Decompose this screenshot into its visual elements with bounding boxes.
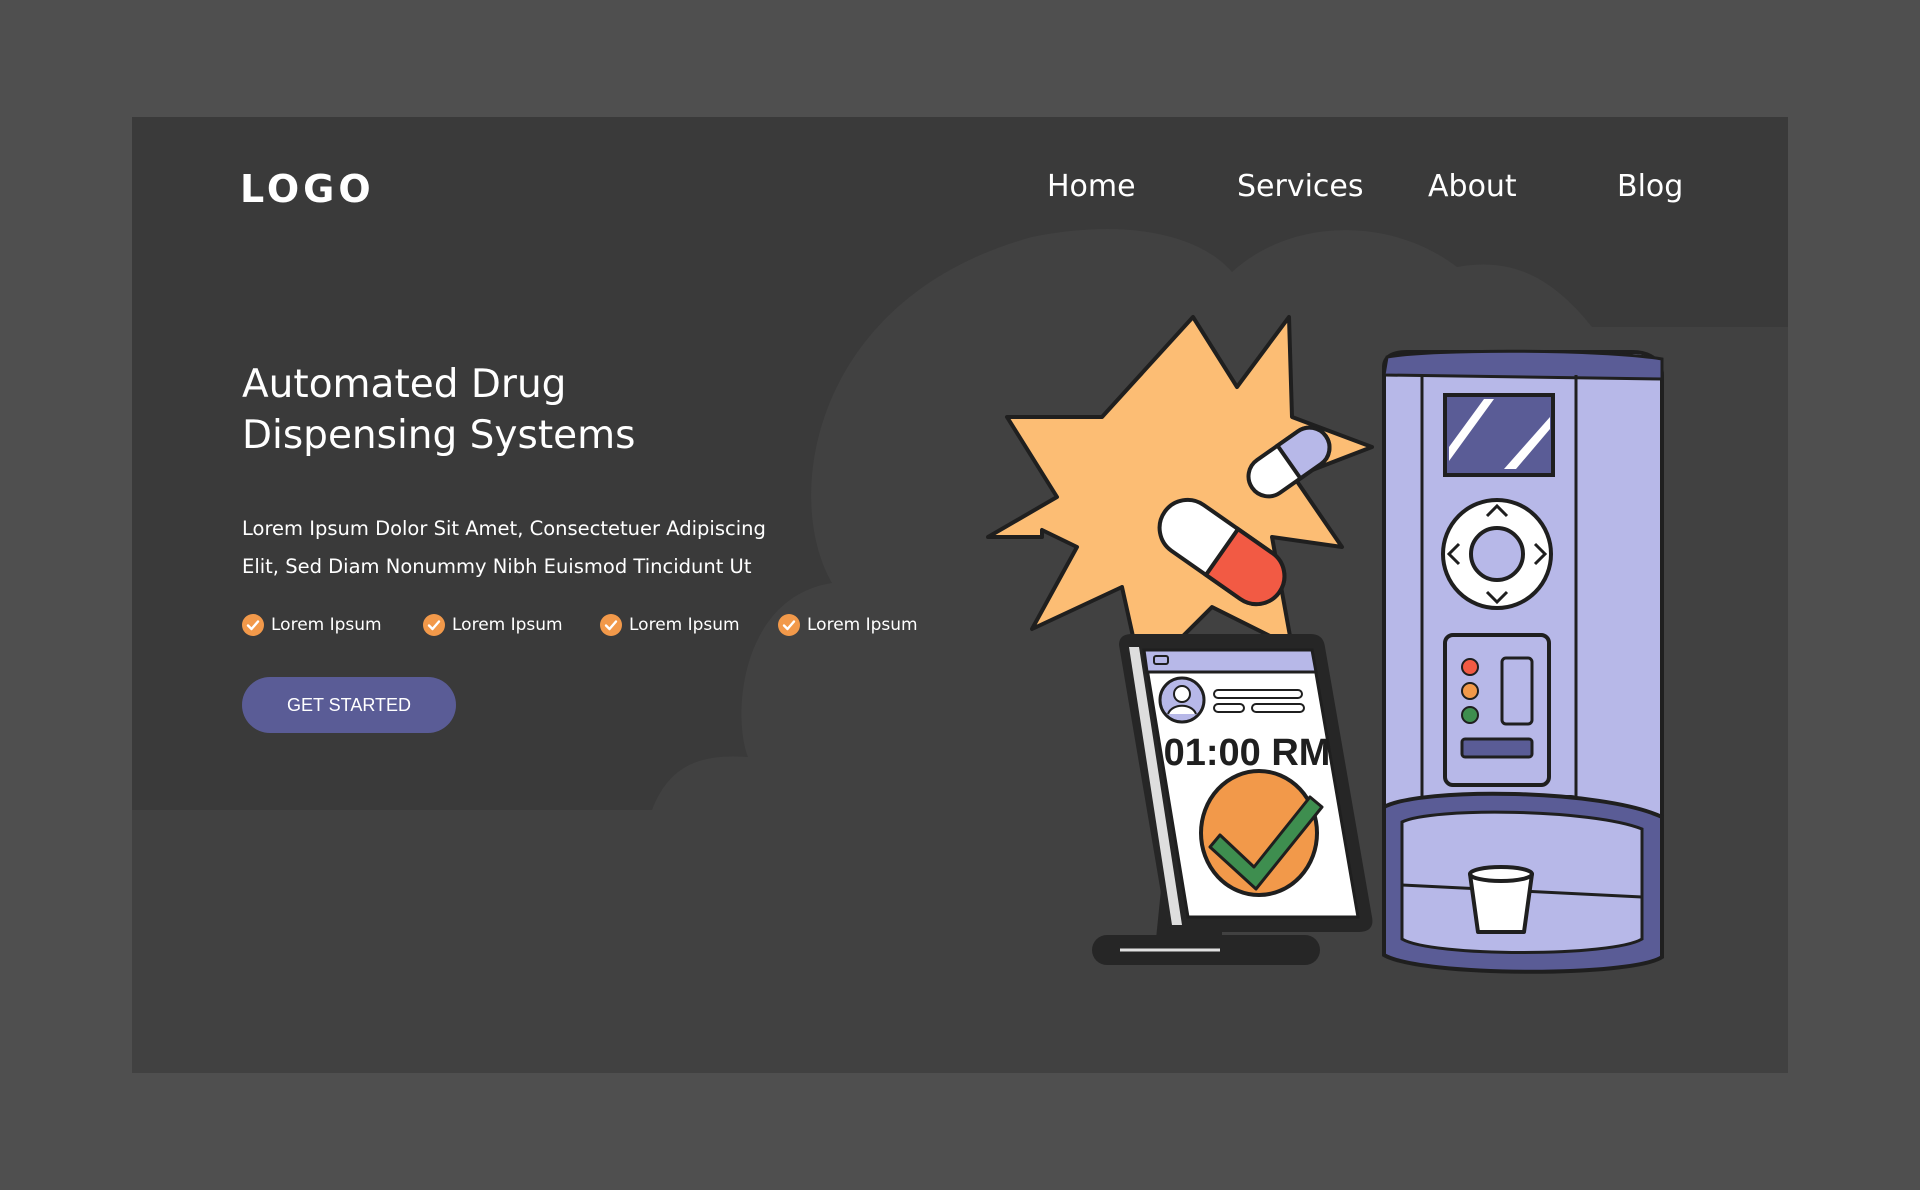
landing-page: LOGO Home Services About Blog Automated … — [132, 117, 1788, 1073]
burst-shape — [986, 315, 1374, 679]
dispensing-illustration: 01:00 RM — [986, 315, 1664, 974]
tablet-kiosk — [1092, 634, 1373, 965]
phone-time: 01:00 RM — [1164, 732, 1331, 774]
dispenser-machine — [1382, 349, 1664, 974]
